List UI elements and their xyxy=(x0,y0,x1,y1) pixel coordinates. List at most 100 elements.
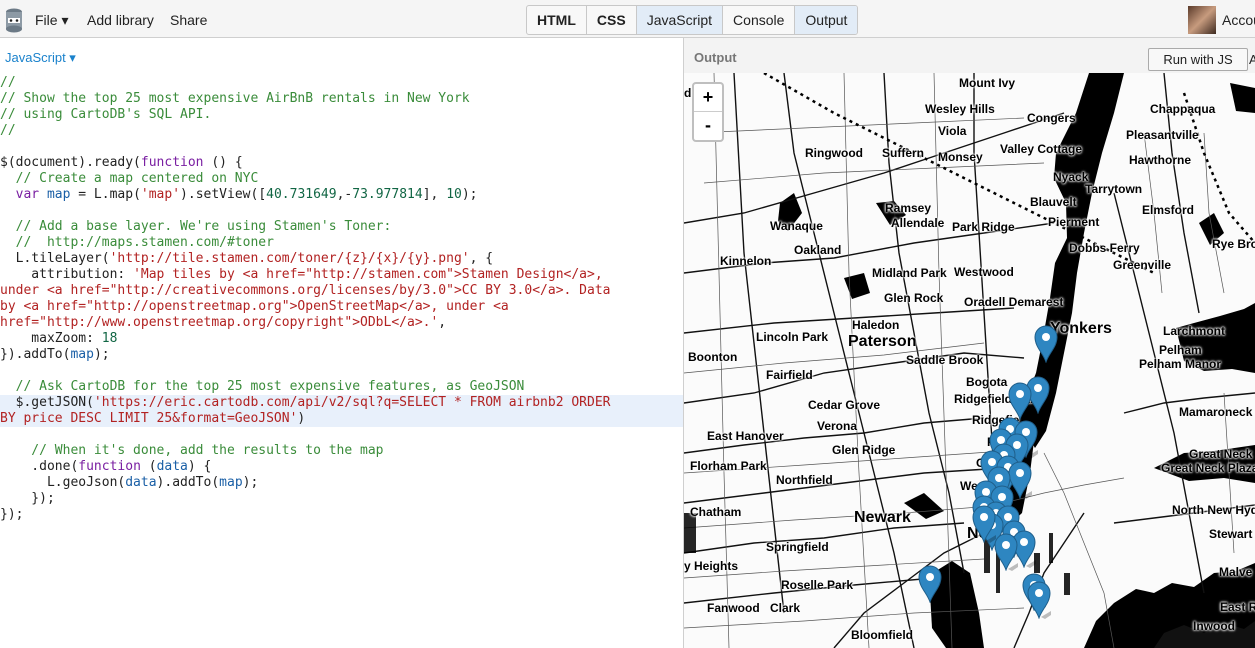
map-marker-icon[interactable] xyxy=(1034,325,1058,363)
code-token: ) { xyxy=(187,459,212,474)
map-marker-icon[interactable] xyxy=(1008,382,1032,420)
code-line[interactable] xyxy=(0,363,683,379)
map-marker-icon[interactable] xyxy=(994,533,1018,571)
code-line[interactable]: under <a href="http://creativecommons.or… xyxy=(0,283,683,299)
place-label: Stewart M xyxy=(1209,527,1255,541)
place-label: North New Hyde xyxy=(1172,503,1255,517)
code-token: $(document).ready( xyxy=(0,155,141,170)
auto-run-label[interactable]: A xyxy=(1249,52,1255,67)
code-token: () { xyxy=(203,155,243,170)
place-label: Paterson xyxy=(848,333,917,350)
place-label: y Heights xyxy=(684,559,739,573)
place-label: Pleasantville xyxy=(1126,128,1199,142)
place-label: Elmsford xyxy=(1142,203,1195,217)
code-line[interactable]: href="http://www.openstreetmap.org/copyr… xyxy=(0,315,683,331)
code-token: .done( xyxy=(0,459,79,474)
leaflet-map[interactable]: + - Mount Ivy Wesley Hills Congers Chappaqu… xyxy=(684,73,1255,648)
code-token: BY price DESC LIMIT 25&format=GeoJSON' xyxy=(0,411,298,426)
tab-css[interactable]: CSS xyxy=(587,6,637,34)
map-marker-icon[interactable] xyxy=(918,565,942,603)
place-label: Tarrytown xyxy=(1085,182,1143,196)
zoom-in-button[interactable]: + xyxy=(694,84,722,112)
place-label: Great Neck xyxy=(1189,447,1253,461)
code-token: ); xyxy=(93,347,110,362)
tab-javascript[interactable]: JavaScript xyxy=(636,6,724,34)
code-token: by <a href="http://openstreetmap.org">Op… xyxy=(0,299,509,314)
code-line[interactable]: // Ask CartoDB for the top 25 most expen… xyxy=(0,379,683,395)
code-line[interactable]: // Add a base layer. We're using Stamen'… xyxy=(0,219,683,235)
code-token: ); xyxy=(242,475,259,490)
zoom-out-button[interactable]: - xyxy=(694,112,722,139)
code-line[interactable]: }).addTo(map); xyxy=(0,347,683,363)
code-token: map xyxy=(219,475,243,490)
code-token: 40.731649 xyxy=(266,187,337,202)
place-label: Newark xyxy=(854,509,911,526)
code-line[interactable]: attribution: 'Map tiles by <a href="http… xyxy=(0,267,683,283)
code-token: under <a href="http://creativecommons.or… xyxy=(0,283,611,298)
code-line[interactable]: // http://maps.stamen.com/#toner xyxy=(0,235,683,251)
code-line[interactable]: L.geoJson(data).addTo(map); xyxy=(0,475,683,491)
code-token: ) xyxy=(297,411,306,426)
code-line[interactable]: // xyxy=(0,75,683,91)
code-token: , { xyxy=(469,251,494,266)
output-panel-label: Output xyxy=(694,50,737,65)
place-label: Glen Rock xyxy=(884,291,944,305)
code-line[interactable]: $(document).ready(function () { xyxy=(0,155,683,171)
code-line[interactable]: }); xyxy=(0,507,683,523)
code-line[interactable]: L.tileLayer('http://tile.stamen.com/tone… xyxy=(0,251,683,267)
code-token: }); xyxy=(0,507,24,522)
language-selector[interactable]: JavaScript ▾ xyxy=(5,50,76,66)
tab-console[interactable]: Console xyxy=(723,6,796,34)
code-token: 'Map tiles by <a href="http://stamen.com… xyxy=(133,267,603,282)
code-line[interactable] xyxy=(0,139,683,155)
code-token: 'https://eric.cartodb.com/api/v2/sql?q=S… xyxy=(93,395,611,410)
jsbin-logo-icon[interactable] xyxy=(4,7,24,33)
place-label: Ringwood xyxy=(805,146,863,160)
code-line[interactable]: // Create a map centered on NYC xyxy=(0,171,683,187)
code-line[interactable]: // xyxy=(0,123,683,139)
avatar[interactable] xyxy=(1188,6,1216,34)
tab-output[interactable]: Output xyxy=(795,6,858,34)
file-menu[interactable]: File ▾ xyxy=(35,12,68,29)
place-label: Verona xyxy=(817,419,858,433)
place-label: Wesley Hills xyxy=(925,102,995,116)
place-label: Glen Ridge xyxy=(832,443,896,457)
code-token: ( xyxy=(140,459,157,474)
code-line[interactable]: }); xyxy=(0,491,683,507)
map-marker-icon[interactable] xyxy=(1027,581,1051,619)
zoom-control: + - xyxy=(692,82,724,142)
code-line[interactable]: // Show the top 25 most expensive AirBnB… xyxy=(0,91,683,107)
place-label: Midland Park xyxy=(872,266,947,280)
code-token: href="http://www.openstreetmap.org/copyr… xyxy=(0,315,439,330)
account-menu[interactable]: Accou xyxy=(1222,12,1255,28)
code-line[interactable] xyxy=(0,203,683,219)
code-line[interactable]: by <a href="http://openstreetmap.org">Op… xyxy=(0,299,683,315)
code-token: function xyxy=(78,459,141,474)
code-line[interactable]: $.getJSON('https://eric.cartodb.com/api/… xyxy=(0,395,683,411)
tab-html[interactable]: HTML xyxy=(527,6,587,34)
place-label: Monsey xyxy=(938,150,983,164)
code-token: // using CartoDB's SQL API. xyxy=(0,107,212,122)
run-with-js-button[interactable]: Run with JS xyxy=(1148,48,1248,71)
code-line[interactable]: // When it's done, add the results to th… xyxy=(0,443,683,459)
javascript-editor-panel[interactable]: JavaScript ▾ //// Show the top 25 most e… xyxy=(0,38,683,648)
add-library-menu[interactable]: Add library xyxy=(87,12,154,28)
share-menu[interactable]: Share xyxy=(170,12,207,28)
map-marker-icon[interactable] xyxy=(972,505,996,543)
code-token: maxZoom: xyxy=(0,331,102,346)
place-label: East Ros xyxy=(1220,600,1255,614)
code-line[interactable]: var map = L.map('map').setView([40.73164… xyxy=(0,187,683,203)
code-line[interactable]: maxZoom: 18 xyxy=(0,331,683,347)
code-token: data xyxy=(125,475,157,490)
output-panel: Output Run with JS A + - Mount Ivy Wesle… xyxy=(684,38,1255,648)
place-label: Bloomfield xyxy=(851,628,913,642)
code-token: // xyxy=(0,123,16,138)
place-label: Yonkers xyxy=(1050,320,1112,337)
place-label: Suffern xyxy=(882,146,924,160)
code-line[interactable]: // using CartoDB's SQL API. xyxy=(0,107,683,123)
code-line[interactable]: .done(function (data) { xyxy=(0,459,683,475)
code-editor[interactable]: //// Show the top 25 most expensive AirB… xyxy=(0,75,683,523)
code-line[interactable] xyxy=(0,427,683,443)
place-label: Haledon xyxy=(852,318,900,332)
code-line[interactable]: BY price DESC LIMIT 25&format=GeoJSON') xyxy=(0,411,683,427)
